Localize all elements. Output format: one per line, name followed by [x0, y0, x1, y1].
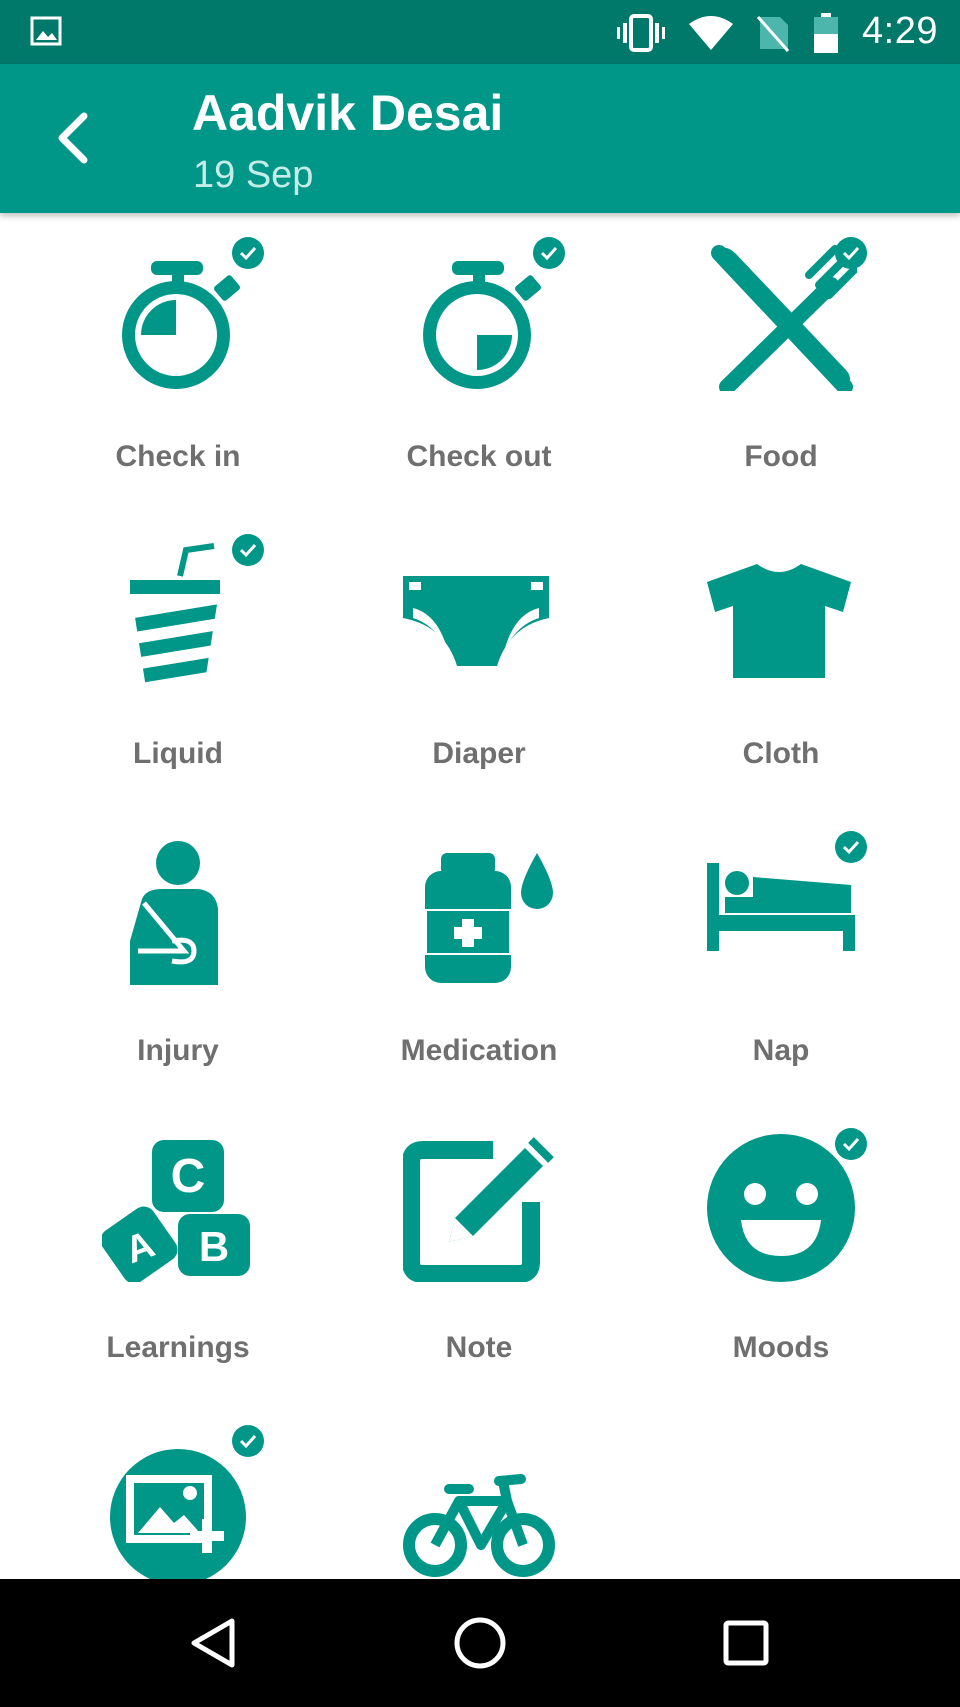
clock: 4:29: [862, 10, 938, 52]
activity-diaper[interactable]: Diaper: [329, 510, 629, 807]
activity-photo[interactable]: [28, 1401, 328, 1579]
note-edit-icon: [403, 1130, 555, 1282]
activity-check-out[interactable]: Check out: [329, 213, 629, 510]
activity-label: Diaper: [432, 737, 526, 770]
date-subtitle: 19 Sep: [193, 154, 314, 196]
back-arrow-icon[interactable]: [44, 106, 108, 170]
activity-label: Nap: [752, 1034, 810, 1067]
check-icon: [232, 1425, 264, 1457]
activity-injury[interactable]: Injury: [28, 807, 328, 1104]
medicine-bottle-icon: [403, 833, 555, 985]
diaper-icon: [403, 536, 555, 688]
check-icon: [533, 237, 565, 269]
activity-learnings[interactable]: CBA Learnings: [28, 1104, 328, 1401]
activity-check-in[interactable]: Check in: [28, 213, 328, 510]
activity-label: Check out: [406, 440, 552, 473]
activity-label: Medication: [400, 1034, 558, 1067]
recents-square-icon[interactable]: [718, 1615, 774, 1671]
activity-liquid[interactable]: Liquid: [28, 510, 328, 807]
activity-label: Moods: [732, 1331, 830, 1364]
activity-label: Learnings: [106, 1331, 250, 1364]
check-icon: [232, 534, 264, 566]
abc-blocks-icon: CBA: [102, 1130, 254, 1282]
system-nav-bar: [0, 1579, 960, 1707]
app-toolbar: Aadvik Desai 19 Sep: [0, 64, 960, 213]
arm-sling-icon: [102, 833, 254, 985]
activity-bicycle[interactable]: [329, 1401, 629, 1579]
activity-grid: Check in Check out Food Liquid Diaper Cl…: [0, 213, 960, 1579]
vibrate-icon: [616, 13, 666, 58]
activity-medication[interactable]: Medication: [329, 807, 629, 1104]
activity-nap[interactable]: Nap: [631, 807, 931, 1104]
bicycle-icon: [403, 1427, 555, 1579]
svg-text:C: C: [171, 1150, 206, 1203]
check-icon: [835, 831, 867, 863]
activity-label: Injury: [137, 1034, 219, 1067]
check-icon: [835, 237, 867, 269]
check-icon: [835, 1128, 867, 1160]
check-icon: [232, 237, 264, 269]
wifi-icon: [688, 14, 734, 57]
status-bar: 4:29: [0, 0, 960, 64]
activity-cloth[interactable]: Cloth: [631, 510, 931, 807]
home-circle-icon[interactable]: [452, 1615, 508, 1671]
activity-note[interactable]: Note: [329, 1104, 629, 1401]
activity-label: Check in: [115, 440, 241, 473]
activity-label: Food: [744, 440, 818, 473]
tshirt-icon: [705, 536, 857, 688]
battery-icon: [812, 12, 840, 59]
activity-label: Cloth: [742, 737, 820, 770]
svg-text:B: B: [199, 1223, 229, 1270]
activity-moods[interactable]: Moods: [631, 1104, 931, 1401]
back-triangle-icon[interactable]: [186, 1615, 242, 1671]
activity-label: Note: [445, 1331, 513, 1364]
activity-food[interactable]: Food: [631, 213, 931, 510]
gallery-icon: [30, 16, 62, 51]
no-sim-icon: [756, 13, 790, 58]
activity-label: Liquid: [133, 737, 223, 770]
child-name-title: Aadvik Desai: [192, 85, 504, 141]
